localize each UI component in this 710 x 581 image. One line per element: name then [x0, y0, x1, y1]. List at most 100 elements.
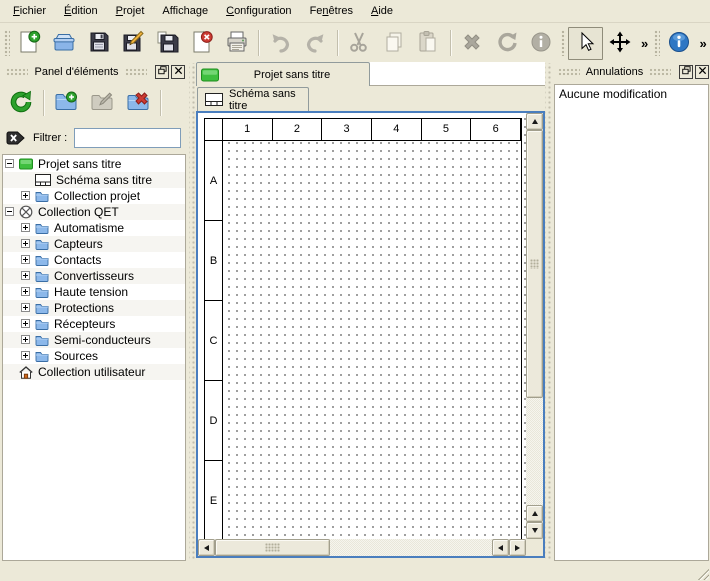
about-button[interactable]	[662, 27, 697, 60]
expand-expander[interactable]	[21, 239, 30, 248]
scroll-left-button[interactable]	[492, 539, 509, 556]
tree-item-project[interactable]: Projet sans titre	[3, 156, 185, 172]
collapse-expander[interactable]	[5, 159, 14, 168]
close-panel-button[interactable]	[171, 65, 185, 79]
tree-item-protections[interactable]: Protections	[3, 300, 185, 316]
tree-item-semi-conducteurs[interactable]: Semi-conducteurs	[3, 332, 185, 348]
folder-icon	[35, 222, 49, 234]
tree-item-capteurs[interactable]: Capteurs	[3, 236, 185, 252]
tree-item-recepteurs[interactable]: Récepteurs	[3, 316, 185, 332]
new-project-button[interactable]	[12, 27, 47, 60]
scroll-up-button[interactable]	[526, 113, 543, 130]
dock-texture	[649, 68, 671, 76]
scroll-right-button[interactable]	[509, 539, 526, 556]
open-button[interactable]	[47, 27, 82, 60]
vertical-scrollbar[interactable]	[526, 113, 543, 539]
home-icon	[19, 366, 33, 379]
expand-expander[interactable]	[21, 191, 30, 200]
save-as-button[interactable]	[116, 27, 151, 60]
expand-expander[interactable]	[21, 319, 30, 328]
menu-projet[interactable]: Projet	[107, 1, 154, 21]
tree-item-haute-tension[interactable]: Haute tension	[3, 284, 185, 300]
pan-mode-button[interactable]	[603, 27, 638, 60]
select-mode-button[interactable]	[568, 27, 603, 60]
diagram-canvas[interactable]: 1 2 3 4 5 6 A B C D E	[198, 113, 526, 539]
scroll-down-button[interactable]	[526, 522, 543, 539]
toolbar-handle[interactable]	[561, 30, 567, 56]
main-toolbar: » »	[0, 24, 710, 62]
rotate-button[interactable]	[489, 27, 524, 60]
tree-item-collection-utilisateur[interactable]: Collection utilisateur	[3, 364, 185, 380]
delete-button[interactable]	[455, 27, 490, 60]
new-category-button[interactable]	[48, 87, 84, 120]
undo-button[interactable]	[263, 27, 298, 60]
menu-configuration[interactable]: Configuration	[217, 1, 300, 21]
menu-edition[interactable]: Édition	[55, 1, 107, 21]
menu-affichage[interactable]: Affichage	[153, 1, 217, 21]
expand-expander[interactable]	[21, 351, 30, 360]
row-label: E	[205, 461, 222, 539]
elements-tree: Projet sans titre Schéma sans titre Coll…	[2, 154, 186, 561]
resize-grip[interactable]	[696, 567, 709, 580]
tab-schema[interactable]: Schéma sans titre	[197, 87, 309, 111]
toolbar-handle[interactable]	[4, 30, 10, 56]
expand-expander[interactable]	[21, 335, 30, 344]
left-splitter[interactable]	[189, 63, 196, 561]
tab-project[interactable]: Projet sans titre	[196, 62, 370, 86]
clear-filter-button[interactable]	[5, 130, 26, 146]
edit-category-button[interactable]	[84, 87, 120, 120]
scroll-left-button[interactable]	[198, 539, 215, 556]
toolbar-separator	[43, 90, 44, 116]
reload-collections-button[interactable]	[3, 87, 39, 120]
collapse-expander[interactable]	[5, 207, 14, 216]
copy-button[interactable]	[376, 27, 411, 60]
paste-button[interactable]	[411, 27, 446, 60]
close-file-button[interactable]	[185, 27, 220, 60]
expand-expander[interactable]	[21, 287, 30, 296]
float-icon	[158, 66, 167, 78]
save-button[interactable]	[81, 27, 116, 60]
tree-item-sources[interactable]: Sources	[3, 348, 185, 364]
tree-item-automatisme[interactable]: Automatisme	[3, 220, 185, 236]
vertical-scroll-thumb[interactable]	[526, 130, 543, 398]
element-info-button[interactable]	[524, 27, 559, 60]
column-label: 6	[471, 119, 521, 140]
tree-item-collection-qet[interactable]: Collection QET	[3, 204, 185, 220]
toolbar-overflow-button[interactable]: »	[696, 36, 710, 51]
schema-icon	[205, 93, 223, 106]
cut-button[interactable]	[342, 27, 377, 60]
float-panel-button[interactable]	[679, 65, 693, 79]
toolbar-separator	[337, 30, 338, 56]
horizontal-scrollbar[interactable]	[198, 539, 526, 556]
save-as-icon	[121, 30, 145, 57]
print-button[interactable]	[220, 27, 255, 60]
undo-list-item[interactable]: Aucune modification	[559, 87, 704, 101]
menu-aide[interactable]: Aide	[362, 1, 402, 21]
delete-category-button[interactable]	[120, 87, 156, 120]
filter-label: Filtrer :	[33, 132, 67, 144]
redo-icon	[303, 30, 327, 57]
toolbar-overflow-button[interactable]: »	[638, 36, 652, 51]
right-splitter[interactable]	[545, 63, 552, 561]
column-label: 1	[223, 119, 273, 140]
menu-fichier[interactable]: Fichier	[4, 1, 55, 21]
filter-input[interactable]	[74, 128, 181, 148]
save-all-button[interactable]	[151, 27, 186, 60]
expand-expander[interactable]	[21, 271, 30, 280]
row-label: D	[205, 381, 222, 461]
redo-button[interactable]	[298, 27, 333, 60]
toolbar-handle[interactable]	[654, 30, 660, 56]
float-panel-button[interactable]	[155, 65, 169, 79]
scroll-up-button[interactable]	[526, 505, 543, 522]
expand-expander[interactable]	[21, 303, 30, 312]
tree-item-convertisseurs[interactable]: Convertisseurs	[3, 268, 185, 284]
expand-expander[interactable]	[21, 223, 30, 232]
horizontal-scroll-thumb[interactable]	[215, 539, 330, 556]
menubar: Fichier Édition Projet Affichage Configu…	[0, 0, 710, 23]
expand-expander[interactable]	[21, 255, 30, 264]
close-panel-button[interactable]	[695, 65, 709, 79]
tree-item-collection-projet[interactable]: Collection projet	[3, 188, 185, 204]
menu-fenetres[interactable]: Fenêtres	[301, 1, 362, 21]
tree-item-schema[interactable]: Schéma sans titre	[3, 172, 185, 188]
tree-item-contacts[interactable]: Contacts	[3, 252, 185, 268]
